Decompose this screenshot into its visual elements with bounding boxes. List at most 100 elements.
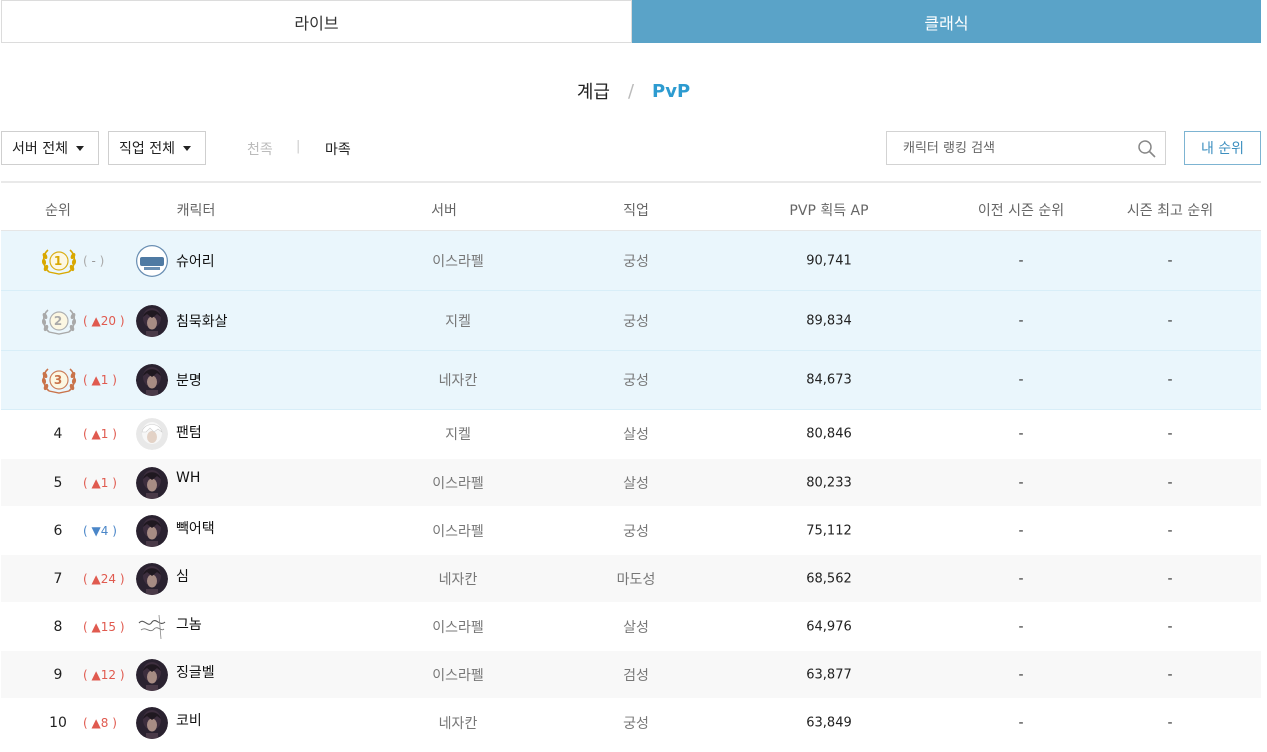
table-row[interactable]: 7 ( ▲24 ) 심 네자칸 마도성 68,562 - - (1, 555, 1261, 603)
rank-up-icon: ▲ (91, 571, 101, 586)
character-name[interactable]: 팬텀 (176, 422, 202, 442)
rank-number: 5 (53, 474, 63, 491)
header-rank: 순위 (45, 203, 71, 219)
class-name: 궁성 (623, 523, 649, 540)
table-row[interactable]: 3 ( ▲1 ) 분명 네자칸 궁성 84,673 - - (1, 351, 1261, 410)
class-name: 궁성 (623, 715, 649, 732)
header-pvp-ap: PVP 획득 AP (789, 203, 869, 219)
character-name[interactable]: 침묵화살 (176, 311, 228, 331)
season-best-rank: - (1167, 474, 1173, 491)
table-row[interactable]: 10 ( ▲8 ) 코비 네자칸 궁성 63,849 - - (1, 699, 1261, 747)
class-name: 궁성 (623, 373, 649, 389)
server-name: 이스라펠 (432, 523, 484, 540)
tab-pvp[interactable]: PvP (652, 81, 690, 102)
tab-live[interactable]: 라이브 (1, 0, 632, 43)
season-best-rank: - (1167, 312, 1173, 329)
server-select[interactable]: 서버 전체 (1, 131, 99, 165)
server-name: 이스라펠 (432, 619, 484, 636)
rank-change: ( ▲15 ) (83, 619, 125, 634)
search-box (886, 131, 1166, 165)
tab-grade[interactable]: 계급 (577, 78, 610, 104)
character-name[interactable]: WH (176, 470, 200, 486)
table-row[interactable]: 9 ( ▲12 ) 징글벨 이스라펠 검성 63,877 - - (1, 651, 1261, 699)
table-row[interactable]: 4 ( ▲1 ) 팬텀 지켈 살성 80,846 - - (1, 410, 1261, 459)
rank-change: ( ▲1 ) (83, 475, 117, 490)
rank-change: ( ▲1 ) (83, 373, 117, 387)
race-divider: | (296, 139, 301, 154)
rank-change: ( - ) (83, 253, 105, 268)
pvp-ap-value: 89,834 (806, 313, 852, 328)
tab-classic[interactable]: 클래식 (632, 0, 1261, 43)
white-hair-portrait-avatar[interactable] (136, 418, 168, 450)
class-select-label: 직업 전체 (119, 141, 175, 157)
season-best-rank: - (1167, 666, 1173, 683)
race-toggle-demon[interactable]: 마족 (325, 139, 351, 159)
guild-logo-avatar[interactable] (136, 244, 168, 277)
rank-up-icon: ▲ (91, 619, 101, 634)
prev-season-rank: - (1018, 618, 1024, 635)
table-row[interactable]: 6 ( ▼4 ) 빽어택 이스라펠 궁성 75,112 - - (1, 507, 1261, 555)
character-name[interactable]: 심 (176, 566, 189, 586)
caret-down-icon (182, 145, 191, 151)
prev-season-rank: - (1018, 570, 1024, 587)
rank-up-icon: ▲ (91, 313, 101, 328)
ranking-table: 순위 캐릭터 서버 직업 PVP 획득 AP 이전 시즌 순위 시즌 최고 순위… (1, 181, 1261, 747)
server-name: 네자칸 (438, 715, 478, 732)
character-search-input[interactable] (887, 132, 1127, 164)
header-season-best-rank: 시즌 최고 순위 (1126, 203, 1214, 219)
script-logo-avatar[interactable] (136, 610, 168, 643)
table-body: 1( - ) 슈어리 이스라펠 궁성 90,741- -2( ▲20 ) 침묵화살 지켈 궁성 8… (1, 231, 1261, 747)
season-best-rank: - (1167, 618, 1173, 635)
rank-number: 6 (53, 522, 63, 539)
prev-season-rank: - (1018, 522, 1024, 539)
search-icon[interactable] (1137, 139, 1157, 159)
dark-portrait-avatar[interactable] (136, 466, 168, 499)
season-best-rank: - (1167, 522, 1173, 539)
rank-up-icon: ▲ (91, 475, 101, 490)
class-name: 궁성 (623, 313, 649, 330)
prev-season-rank: - (1018, 714, 1024, 731)
server-name: 네자칸 (438, 571, 478, 588)
character-name[interactable]: 징글벨 (176, 662, 215, 682)
character-name[interactable]: 분명 (176, 370, 202, 390)
table-row[interactable]: 1 ( - ) 슈어리 이스라펠 궁성 90,741 - - (1, 231, 1261, 291)
prev-season-rank: - (1018, 666, 1024, 683)
dark-portrait-avatar[interactable] (136, 706, 168, 739)
character-name[interactable]: 그놈 (176, 614, 202, 634)
season-best-rank: - (1167, 570, 1173, 587)
rank-number: 2 (53, 313, 63, 328)
server-name: 지켈 (445, 427, 471, 443)
rank-down-icon: ▼ (91, 523, 101, 538)
character-name[interactable]: 슈어리 (176, 251, 215, 271)
class-name: 마도성 (616, 571, 656, 588)
dark-portrait-avatar[interactable] (136, 562, 168, 595)
character-name[interactable]: 빽어택 (176, 518, 215, 538)
dark-portrait-avatar[interactable] (136, 304, 168, 337)
rank-number: 9 (53, 666, 63, 683)
server-name: 이스라펠 (432, 475, 484, 492)
race-toggle-heaven[interactable]: 천족 (247, 139, 273, 159)
table-row[interactable]: 2 ( ▲20 ) 침묵화살 지켈 궁성 89,834 - - (1, 291, 1261, 351)
server-name: 네자칸 (438, 373, 478, 389)
character-name[interactable]: 코비 (176, 710, 202, 730)
season-best-rank: - (1167, 372, 1173, 388)
class-name: 살성 (623, 619, 649, 636)
my-rank-button[interactable]: 내 순위 (1184, 131, 1261, 165)
table-row[interactable]: 8 ( ▲15 ) 그놈 이스라펠 살성 64,976 - - (1, 603, 1261, 651)
rank-number: 7 (53, 570, 63, 587)
pvp-ap-value: 75,112 (806, 523, 852, 538)
dark-portrait-avatar[interactable] (136, 364, 168, 396)
dark-portrait-avatar[interactable] (136, 514, 168, 547)
dark-portrait-avatar[interactable] (136, 658, 168, 691)
season-best-rank: - (1167, 426, 1173, 442)
class-name: 검성 (623, 667, 649, 684)
table-row[interactable]: 5 ( ▲1 ) WH 이스라펠 살성 80,233 - - (1, 459, 1261, 507)
rank-change-value: 15 (100, 619, 117, 634)
class-select[interactable]: 직업 전체 (108, 131, 206, 165)
header-prev-season-rank: 이전 시즌 순위 (977, 203, 1065, 219)
server-select-label: 서버 전체 (12, 141, 68, 157)
class-name: 살성 (623, 427, 649, 443)
rank-change: ( ▲12 ) (83, 667, 125, 682)
pvp-ap-value: 84,673 (806, 372, 852, 388)
caret-down-icon (75, 145, 84, 151)
